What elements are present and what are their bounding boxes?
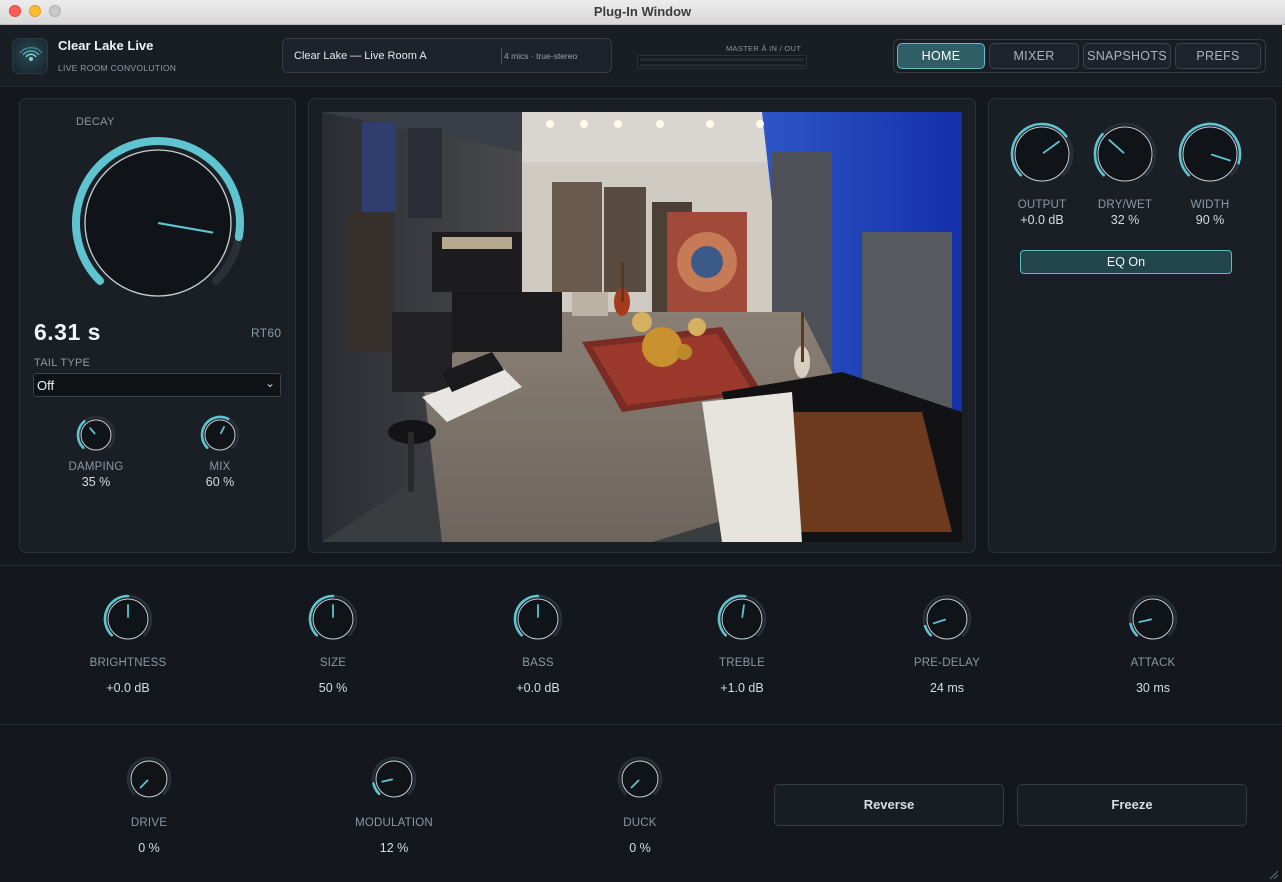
- master-meter-label: MASTER Ȃ IN / OUT: [726, 44, 802, 53]
- plugin-header: Clear Lake Live LIVE ROOM CONVOLUTION Cl…: [0, 25, 1282, 87]
- rt60-label: RT60: [251, 326, 282, 340]
- knob-face: [130, 760, 168, 798]
- knob-label: TREBLE: [719, 657, 765, 669]
- tail-type-label: TAIL TYPE: [34, 357, 91, 369]
- tail-type-value: Off: [37, 378, 55, 393]
- size-knob[interactable]: [307, 593, 359, 645]
- knob-value: 35 %: [81, 475, 111, 489]
- main-nav: HOME MIXER SNAPSHOTS PREFS: [893, 39, 1266, 73]
- app-subtitle: LIVE ROOM CONVOLUTION: [58, 63, 177, 73]
- mix-knob[interactable]: [199, 414, 241, 456]
- preset-divider: [501, 48, 502, 64]
- reverse-button[interactable]: Reverse: [774, 784, 1004, 826]
- room-image-panel: [308, 98, 976, 553]
- tab-mixer[interactable]: MIXER: [989, 43, 1079, 69]
- pre-delay-knob[interactable]: [921, 593, 973, 645]
- knob-value: 24 ms: [929, 681, 965, 695]
- chevron-down-icon: ⌄: [264, 376, 275, 390]
- preset-selector[interactable]: Clear Lake — Live Room A 4 mics · true-s…: [282, 38, 612, 73]
- knob-value: +1.0 dB: [720, 681, 764, 695]
- room-photo: [322, 112, 962, 542]
- knob-value: +0.0 dB: [106, 681, 150, 695]
- app-name: Clear Lake Live: [58, 38, 154, 53]
- preset-name: Clear Lake — Live Room A: [294, 50, 427, 62]
- dry-wet-knob[interactable]: [1092, 121, 1158, 187]
- knob-value: 0 %: [629, 841, 651, 855]
- knob-label: DUCK: [623, 817, 657, 829]
- knob-label: BASS: [522, 657, 554, 669]
- knob-face: [1014, 126, 1070, 182]
- radio-waves-icon: [12, 38, 48, 74]
- tab-home[interactable]: HOME: [897, 43, 985, 69]
- attack-knob[interactable]: [1127, 593, 1179, 645]
- knob-face: [375, 760, 413, 798]
- knob-label: BRIGHTNESS: [89, 657, 167, 669]
- window-titlebar: Plug-In Window: [0, 0, 1285, 25]
- output-knob[interactable]: [1009, 121, 1075, 187]
- width-knob[interactable]: [1177, 121, 1243, 187]
- drive-knob[interactable]: [125, 755, 173, 803]
- preset-info: 4 mics · true-stereo: [504, 51, 578, 61]
- knob-face: [621, 760, 659, 798]
- decay-value: 6.31 s: [34, 319, 101, 345]
- knob-face: [1097, 126, 1153, 182]
- knob-label: DAMPING: [68, 461, 124, 473]
- duck-knob[interactable]: [616, 755, 664, 803]
- tab-prefs[interactable]: PREFS: [1175, 43, 1261, 69]
- knob-label: DRIVE: [130, 817, 168, 829]
- knob-value: 50 %: [318, 681, 348, 695]
- knob-label: SIZE: [319, 657, 347, 669]
- damping-knob[interactable]: [75, 414, 117, 456]
- brightness-knob[interactable]: [102, 593, 154, 645]
- knob-value: 0 %: [138, 841, 160, 855]
- knob-label: ATTACK: [1130, 657, 1176, 669]
- meter-bar-right: [640, 64, 804, 67]
- tab-snapshots[interactable]: SNAPSHOTS: [1083, 43, 1171, 69]
- knob-value: +0.0 dB: [516, 681, 560, 695]
- decay-label: DECAY: [76, 116, 115, 128]
- knob-face: [1132, 598, 1174, 640]
- knob-label: MODULATION: [355, 817, 433, 829]
- decay-panel: DECAY 6.31 s RT60 TAIL TYPE Off ⌄ DAMPIN…: [19, 98, 296, 553]
- knob-value: 30 ms: [1135, 681, 1171, 695]
- knob-face: [926, 598, 968, 640]
- knob-face: [1182, 126, 1238, 182]
- knob-face: [721, 598, 763, 640]
- meter-bar-left: [640, 58, 804, 61]
- tail-type-select[interactable]: Off ⌄: [33, 373, 281, 397]
- plugin-window: Clear Lake Live LIVE ROOM CONVOLUTION Cl…: [0, 25, 1282, 882]
- knob-value: 60 %: [205, 475, 235, 489]
- output-panel: OUTPUT +0.0 dB DRY/WET 32 % WIDTH 90 % EQ On: [988, 98, 1276, 553]
- knob-label: WIDTH: [1190, 199, 1230, 211]
- knob-face: [80, 419, 112, 451]
- knob-label: MIX: [209, 461, 231, 473]
- window-title: Plug-In Window: [593, 4, 692, 19]
- master-meter: [637, 55, 807, 69]
- decay-knob[interactable]: [69, 134, 247, 312]
- resize-grip-icon[interactable]: [1268, 869, 1278, 879]
- knob-face: [204, 419, 236, 451]
- knob-value: 12 %: [379, 841, 409, 855]
- knob-label: PRE-DELAY: [913, 657, 981, 669]
- bass-knob[interactable]: [512, 593, 564, 645]
- freeze-button[interactable]: Freeze: [1017, 784, 1247, 826]
- modulation-knob[interactable]: [370, 755, 418, 803]
- eq-toggle-button[interactable]: EQ On: [1020, 250, 1232, 274]
- treble-knob[interactable]: [716, 593, 768, 645]
- section-divider: [0, 724, 1282, 725]
- section-divider: [0, 565, 1282, 566]
- knob-value: 90 %: [1195, 213, 1225, 227]
